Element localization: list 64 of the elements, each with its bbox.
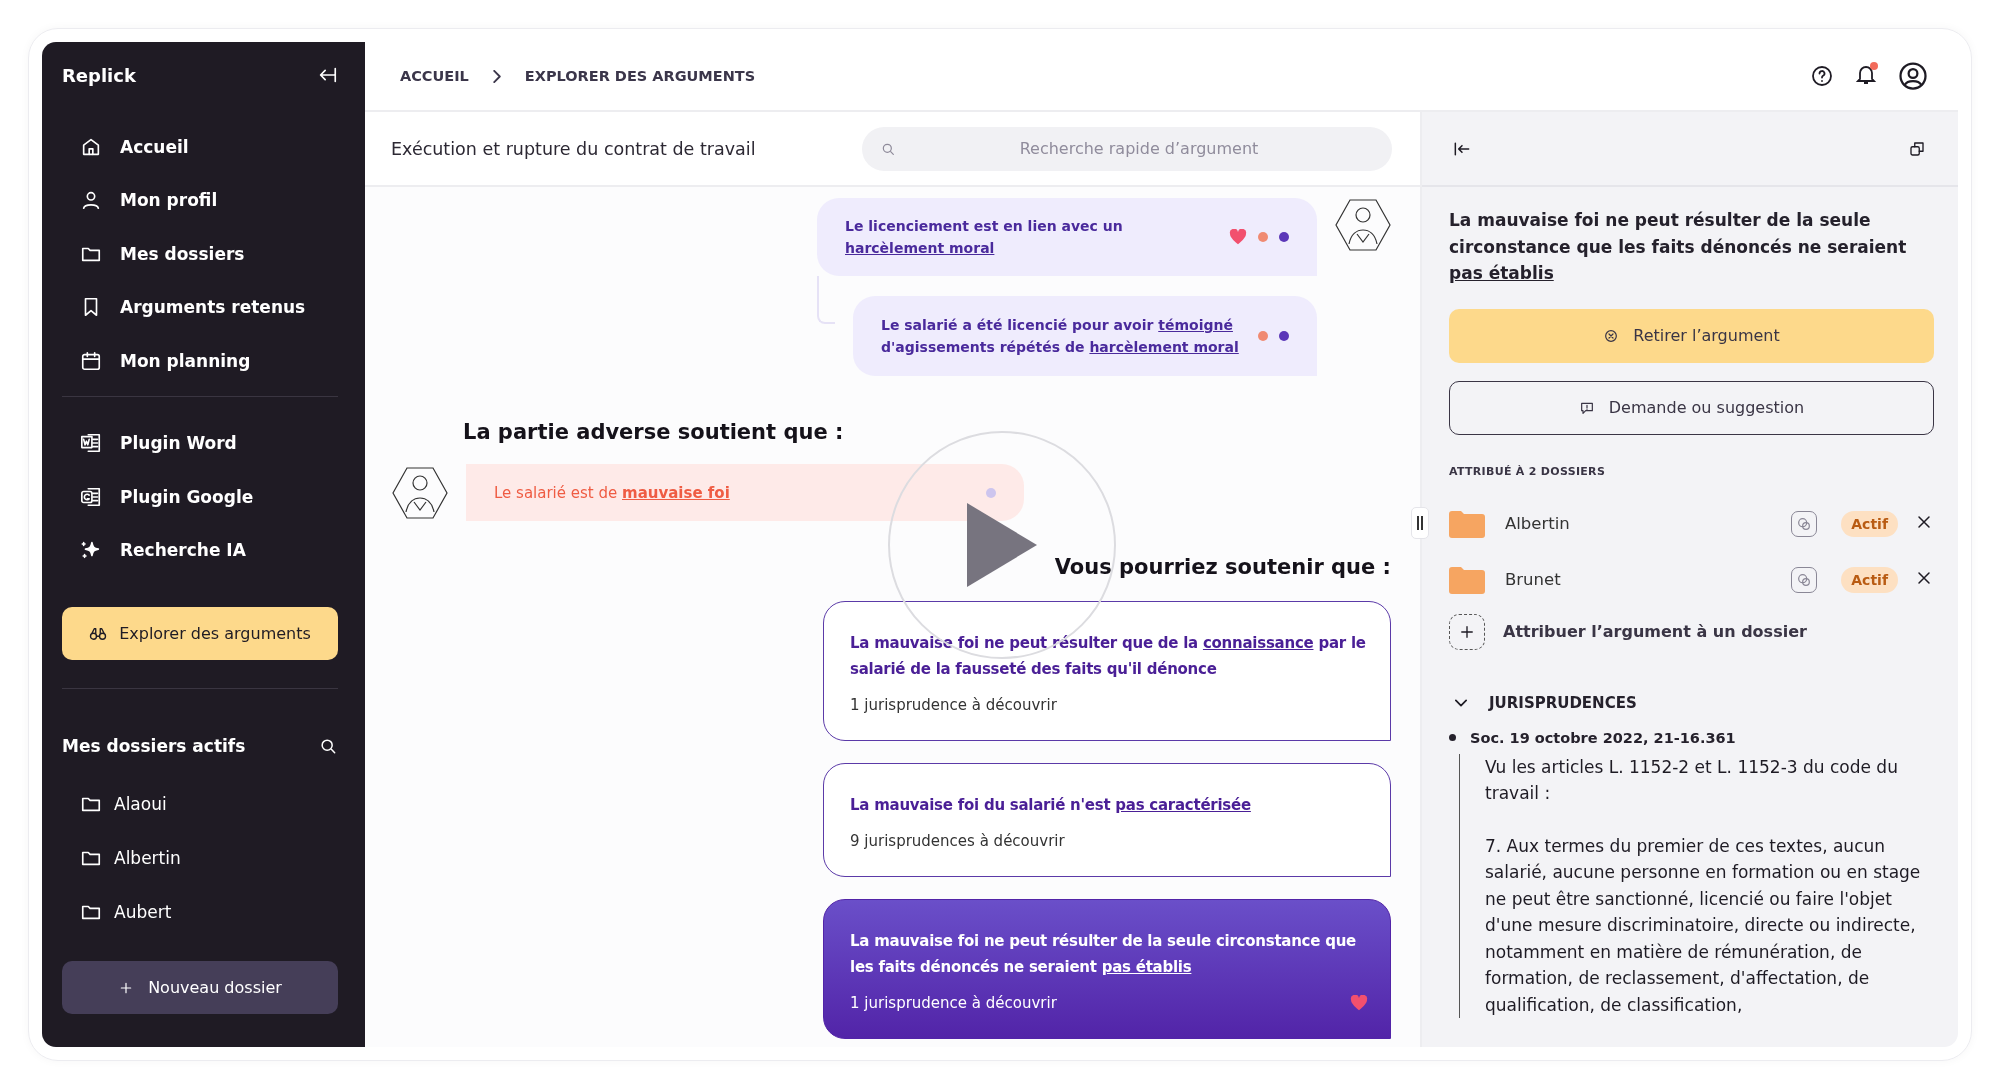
document-icon	[80, 485, 102, 508]
help-icon	[1810, 64, 1834, 88]
resize-handle[interactable]	[1411, 507, 1429, 539]
folder-item[interactable]: Alaoui	[80, 777, 338, 831]
avatar-icon	[1335, 198, 1391, 252]
copy-icon	[1908, 139, 1926, 158]
add-button[interactable]	[1449, 613, 1485, 650]
folder-item[interactable]: Aubert	[80, 885, 338, 939]
breadcrumb-link[interactable]: EXPLORER DES ARGUMENTS	[524, 68, 756, 84]
argument-bubble[interactable]: Le licenciement est en lien avec un harcèlement moral	[817, 198, 1317, 276]
case-paragraph: Vu les articles L. 1152-2 et L. 1152-3 du code du travail :	[1485, 755, 1899, 805]
status-badge: Actif	[1841, 566, 1898, 593]
section-label: ATTRIBUÉ À 2 DOSSIERS	[1449, 464, 1607, 478]
argument-card[interactable]: La mauvaise foi ne peut résulter de la seule circonstance que les faits dénoncés ne seraient pas établis 1 jurisprudence à découvrir	[823, 899, 1391, 1039]
nav-item[interactable]: Accueil	[80, 120, 338, 174]
folder-name: Albertin	[1505, 514, 1571, 533]
chat-button[interactable]	[1791, 510, 1818, 537]
status-badge: Actif	[1841, 510, 1898, 537]
nav-item[interactable]: Arguments retenus	[80, 280, 338, 334]
section-title: Mes dossiers actifs	[62, 736, 246, 756]
breadcrumb-link[interactable]: ACCUEIL	[400, 68, 469, 84]
chat-icon	[1796, 571, 1813, 588]
section-title[interactable]: JURISPRUDENCES	[1489, 693, 1637, 712]
folder-icon	[1449, 565, 1485, 594]
nav-item[interactable]: Plugin Word	[80, 416, 338, 470]
case-paragraph: 7. Aux termes du premier de ces textes, aucun salarié, aucune personne en formation ou en stage ne peut être sanctionné, licencié ou faire l'objet d'une mesure discriminatoire, directe ou indirecte, notamment en matière de rémunération, de formation, de reclassement, d'affectation, de qualification, de classification,	[1485, 834, 1922, 1017]
chat-button[interactable]	[1791, 566, 1818, 593]
nav-item[interactable]: Mon planning	[80, 334, 338, 388]
section-heading: La partie adverse soutient que :	[463, 420, 845, 444]
app-logo[interactable]: Replick	[62, 64, 136, 86]
search-icon	[318, 736, 338, 756]
folder-name: Brunet	[1505, 570, 1562, 589]
document-icon	[80, 432, 102, 455]
folder-item[interactable]: Albertin	[80, 831, 338, 885]
request-button[interactable]: Demande ou suggestion	[1449, 380, 1934, 435]
argument-card[interactable]: La mauvaise foi du salarié n'est pas caractérisée 9 jurisprudences à découvrir	[823, 763, 1391, 877]
nav-item[interactable]: Recherche IA	[80, 523, 338, 577]
argument-title: La mauvaise foi ne peut résulter de la seule circonstance que les faits dénoncés ne seraient pas établis	[1449, 209, 1908, 285]
avatar-icon	[392, 465, 448, 520]
bullet-icon	[1449, 734, 1456, 741]
user-icon	[80, 189, 102, 212]
nav-item[interactable]: Mes dossiers	[80, 227, 338, 281]
explore-button[interactable]: Explorer des arguments	[62, 607, 338, 660]
connector-line	[817, 276, 835, 324]
assign-link[interactable]: Attribuer l’argument à un dossier	[1503, 622, 1807, 641]
remove-button[interactable]: Retirer l’argument	[1449, 308, 1934, 363]
calendar-icon	[80, 349, 102, 372]
folder-icon	[1449, 509, 1485, 538]
argument-bubble[interactable]: Le salarié a été licencié pour avoir témoigné d'agissements répétés de harcèlement moral	[853, 296, 1317, 376]
search-field[interactable]: Recherche rapide d’argument	[862, 126, 1392, 171]
case-reference[interactable]: Soc. 19 octobre 2022, 21-16.361	[1470, 729, 1736, 746]
new-folder-button[interactable]: Nouveau dossier	[62, 961, 338, 1014]
topic-title: Exécution et rupture du contrat de travail	[391, 138, 757, 159]
play-icon	[967, 503, 1037, 587]
chevron-icon	[492, 69, 501, 83]
heart-icon[interactable]	[1229, 229, 1247, 245]
close-icon	[1603, 327, 1620, 344]
section-heading: Vous pourriez soutenir que :	[1054, 555, 1391, 579]
chat-icon	[1796, 515, 1813, 532]
account-icon	[1898, 61, 1928, 91]
nav-item[interactable]: Plugin Google	[80, 470, 338, 524]
heart-icon[interactable]	[1350, 995, 1368, 1011]
nav-item[interactable]: Mon profil	[80, 173, 338, 227]
argument-card[interactable]: La mauvaise foi ne peut résulter que de la connaissance par le salarié de la fausseté des faits qu'il dénonce 1 jurisprudence à découvrir	[823, 601, 1391, 741]
